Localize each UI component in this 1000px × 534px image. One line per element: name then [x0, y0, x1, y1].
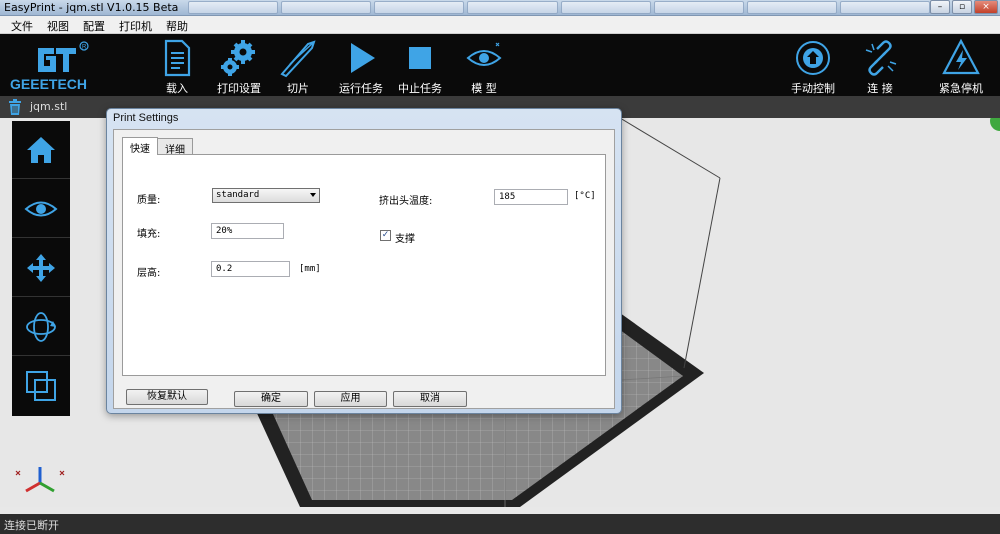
slice-button[interactable]: 切片 — [278, 34, 318, 96]
restore-defaults-button[interactable]: 恢复默认 — [126, 389, 208, 405]
manual-control-icon — [796, 41, 830, 75]
play-icon — [351, 43, 375, 73]
link-icon — [865, 40, 897, 76]
layer-height-field[interactable]: 0.2 — [211, 261, 290, 277]
taskbar-tab[interactable] — [560, 1, 651, 14]
dialog-title: Print Settings — [113, 112, 179, 124]
home-icon — [27, 137, 55, 163]
status-bar: 连接已断开 — [0, 514, 1000, 534]
manual-control-button[interactable]: 手动控制 — [788, 34, 838, 96]
knife-icon — [280, 40, 316, 78]
axis-gizmo — [15, 467, 65, 493]
load-button-label: 载入 — [166, 82, 188, 95]
print-settings-dialog: Print Settings 快速 详细 质量: standard 填充: 20… — [106, 108, 622, 414]
document-icon — [164, 39, 191, 77]
trash-icon[interactable] — [8, 99, 22, 115]
home-view-button[interactable] — [12, 121, 70, 179]
connect-label: 连 接 — [867, 82, 893, 95]
run-task-button[interactable]: 运行任务 — [338, 34, 384, 96]
connect-button[interactable]: 连 接 — [860, 34, 900, 96]
dialog-body: 快速 详细 质量: standard 填充: 20% 层高: 0.2 [mm] … — [113, 129, 615, 409]
gears-icon — [221, 40, 255, 76]
emergency-stop-button[interactable]: 紧急停机 — [936, 34, 986, 96]
extruder-temp-label: 挤出头温度: — [379, 196, 433, 207]
quality-label: 质量: — [137, 195, 161, 206]
menu-config[interactable]: 配置 — [76, 16, 112, 33]
support-label: 支撑 — [395, 234, 415, 245]
infill-field[interactable]: 20% — [211, 223, 284, 239]
load-button[interactable]: 载入 — [156, 34, 198, 96]
apply-button[interactable]: 应用 — [314, 391, 387, 407]
infill-label: 填充: — [137, 229, 161, 240]
quality-value: standard — [216, 190, 260, 200]
stop-task-button[interactable]: 中止任务 — [397, 34, 443, 96]
menu-printer[interactable]: 打印机 — [112, 16, 159, 33]
title-bar: EasyPrint - jqm.stl V1.0.15 Beta – ▫ × — [0, 0, 1000, 16]
menu-help[interactable]: 帮助 — [159, 16, 195, 33]
window-controls: – ▫ × — [930, 0, 998, 14]
cancel-button[interactable]: 取消 — [393, 391, 467, 407]
emergency-stop-icon — [942, 38, 980, 75]
logo-text: GEEETECH — [10, 76, 88, 92]
svg-text:R: R — [82, 45, 87, 51]
geeetech-logo: R GEEETECH — [10, 38, 100, 94]
scale-icon — [26, 371, 56, 401]
stop-icon — [409, 47, 431, 69]
eye-icon — [24, 201, 58, 217]
rotate-icon — [26, 312, 56, 342]
extruder-temp-field[interactable]: 185 — [494, 189, 568, 205]
scale-button[interactable] — [12, 357, 70, 415]
taskbar-tabs — [188, 1, 930, 15]
print-settings-label: 打印设置 — [217, 82, 261, 95]
manual-control-label: 手动控制 — [791, 82, 835, 95]
slice-button-label: 切片 — [287, 82, 309, 95]
taskbar-tab[interactable] — [281, 1, 372, 14]
file-name: jqm.stl — [30, 100, 68, 113]
minimize-button[interactable]: – — [930, 0, 950, 14]
menu-view[interactable]: 视图 — [40, 16, 76, 33]
view-button[interactable] — [12, 180, 70, 238]
taskbar-tab[interactable] — [188, 1, 279, 14]
chevron-down-icon — [310, 193, 316, 197]
taskbar-tab[interactable] — [374, 1, 465, 14]
ok-button[interactable]: 确定 — [234, 391, 308, 407]
window-title: EasyPrint - jqm.stl V1.0.15 Beta — [4, 1, 179, 14]
rotate-button[interactable] — [12, 298, 70, 356]
main-toolbar: R GEEETECH 载入 打印设置 切片 运行任务 中止任务 模 型 手动控制… — [0, 34, 1000, 96]
support-checkbox[interactable]: ✓ — [380, 230, 391, 241]
menu-bar: 文件 视图 配置 打印机 帮助 — [0, 16, 1000, 34]
taskbar-tab[interactable] — [653, 1, 744, 14]
layer-height-label: 层高: — [137, 268, 161, 279]
quick-settings-panel: 质量: standard 填充: 20% 层高: 0.2 [mm] 挤出头温度:… — [122, 154, 606, 376]
quality-select[interactable]: standard — [212, 188, 320, 203]
tab-detailed[interactable]: 详细 — [157, 138, 193, 156]
emergency-stop-label: 紧急停机 — [939, 82, 983, 95]
taskbar-tab[interactable] — [839, 1, 930, 14]
connection-status: 连接已断开 — [4, 519, 59, 532]
taskbar-tab[interactable] — [467, 1, 558, 14]
model-button-label: 模 型 — [471, 82, 497, 95]
menu-file[interactable]: 文件 — [4, 16, 40, 33]
move-icon — [27, 254, 55, 282]
print-settings-button[interactable]: 打印设置 — [214, 34, 264, 96]
extruder-temp-unit: [°C] — [574, 191, 596, 201]
move-button[interactable] — [12, 239, 70, 297]
logo-mark-icon: R — [38, 41, 89, 72]
close-button[interactable]: × — [974, 0, 998, 14]
run-task-label: 运行任务 — [339, 82, 383, 95]
maximize-button[interactable]: ▫ — [952, 0, 972, 14]
tab-quick[interactable]: 快速 — [122, 137, 158, 155]
taskbar-tab[interactable] — [746, 1, 837, 14]
left-tool-panel — [12, 121, 70, 416]
stop-task-label: 中止任务 — [398, 82, 442, 95]
eye-icon — [466, 42, 502, 66]
layer-height-unit: [mm] — [299, 264, 321, 274]
model-button[interactable]: 模 型 — [464, 34, 504, 96]
